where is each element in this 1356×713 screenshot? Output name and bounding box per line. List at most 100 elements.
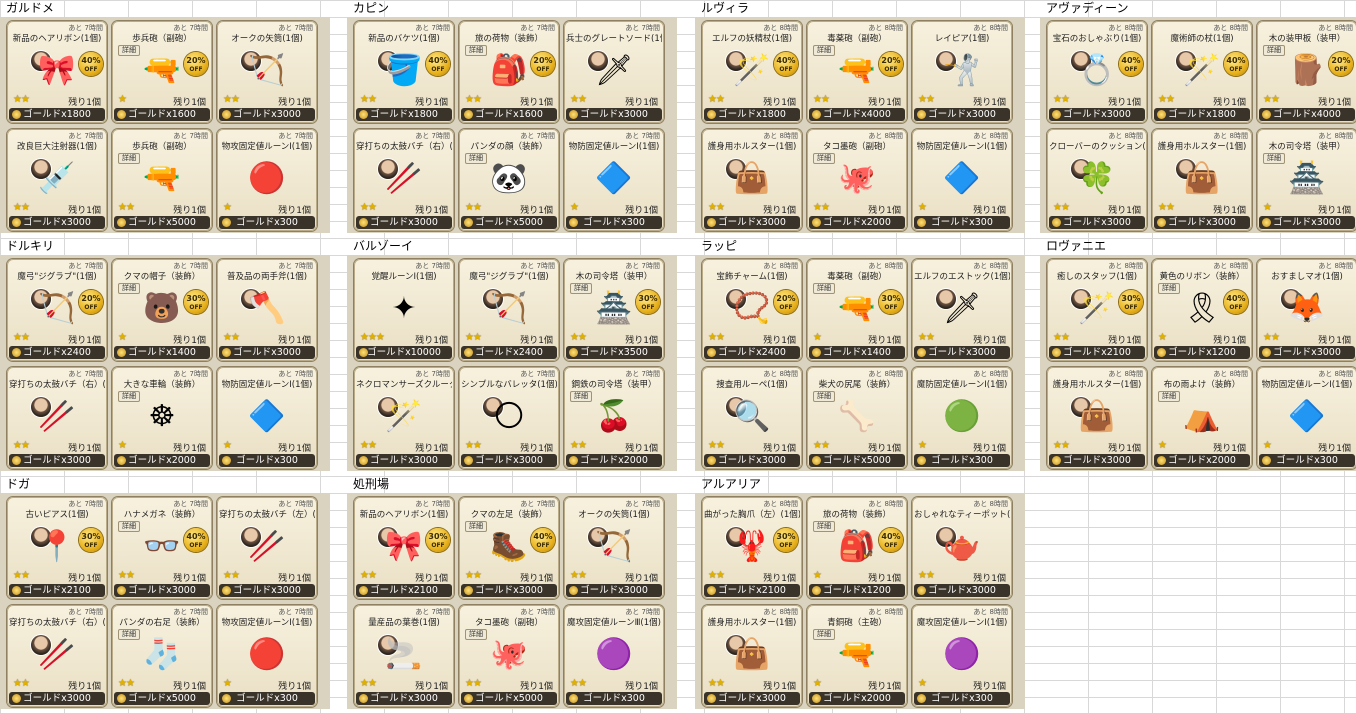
price-bar[interactable]: ゴールドx2100 <box>704 584 800 597</box>
shop-item-card[interactable]: あと 8時間 捜査用ルーペ(1個) 🔍 ★★ 残り1個 ゴールドx3000 <box>702 367 802 469</box>
price-bar[interactable]: ゴールドx3000 <box>704 216 800 229</box>
price-bar[interactable]: ゴールドx3000 <box>219 108 315 121</box>
shop-item-card[interactable]: あと 7時間 魔攻固定値ルーンⅢ(1個) 🟣 ★★ 残り1個 ゴールドx300 <box>564 605 664 707</box>
shop-item-card[interactable]: あと 7時間 シンプルなバレッタ(1個) 🌕 ★★ 残り1個 ゴールドx3000 <box>459 367 559 469</box>
detail-button[interactable]: 詳細 <box>570 391 592 402</box>
price-bar[interactable]: ゴールドx1800 <box>704 108 800 121</box>
shop-item-card[interactable]: あと 7時間 新品のヘアリボン(1個) 🎀 40% OFF ★★ 残り1個 ゴールドx1… <box>7 21 107 123</box>
price-bar[interactable]: ゴールドx3000 <box>566 108 662 121</box>
detail-button[interactable]: 詳細 <box>813 153 835 164</box>
price-bar[interactable]: ゴールドx3000 <box>1154 216 1250 229</box>
shop-item-card[interactable]: あと 7時間 穿打ちの太鼓バチ（左）(1個)🥢★★ 残り1個 ゴールドx3000 <box>217 497 317 599</box>
shop-item-card[interactable]: あと 8時間 青銅砲（主砲） 詳細 🔫 ★ 残り1個 ゴールドx2000 <box>807 605 907 707</box>
shop-item-card[interactable]: あと 8時間 護身用ホルスター(1個) 👜 ★★ 残り1個 ゴールドx3000 <box>702 605 802 707</box>
price-bar[interactable]: ゴールドx3000 <box>9 454 105 467</box>
shop-item-card[interactable]: あと 7時間 新品のバケツ(1個) 🪣 40% OFF ★★ 残り1個 ゴールドx180… <box>354 21 454 123</box>
shop-item-card[interactable]: あと 7時間 オークの矢筒(1個) 🏹 ★★ 残り1個 ゴールドx3000 <box>217 21 317 123</box>
detail-button[interactable]: 詳細 <box>1263 153 1285 164</box>
shop-item-card[interactable]: あと 8時間 タコ墨砲（副砲） 詳細 🐙 ★★ 残り1個 ゴールドx2000 <box>807 129 907 231</box>
detail-button[interactable]: 詳細 <box>570 283 592 294</box>
detail-button[interactable]: 詳細 <box>465 45 487 56</box>
price-bar[interactable]: ゴールドx2000 <box>566 454 662 467</box>
price-bar[interactable]: ゴールドx1400 <box>809 346 905 359</box>
price-bar[interactable]: ゴールドx2400 <box>9 346 105 359</box>
price-bar[interactable]: ゴールドx3000 <box>356 692 452 705</box>
price-bar[interactable]: ゴールドx3000 <box>1049 216 1145 229</box>
shop-item-card[interactable]: あと 8時間 レイピア(1個) 🤺 ★★ 残り1個 ゴールドx3000 <box>912 21 1012 123</box>
price-bar[interactable]: ゴールドx2100 <box>356 584 452 597</box>
shop-item-card[interactable]: あと 7時間 オークの矢筒(1個) 🏹 ★★ 残り1個 ゴールドx3000 <box>564 497 664 599</box>
shop-item-card[interactable]: あと 7時間 覚醒ルーンⅠ(1個) ✦ ★★★ 残り1個 ゴールドx10000 <box>354 259 454 361</box>
price-bar[interactable]: ゴールドx300 <box>566 216 662 229</box>
detail-button[interactable]: 詳細 <box>1263 45 1285 56</box>
price-bar[interactable]: ゴールドx1200 <box>1154 346 1250 359</box>
shop-item-card[interactable]: あと 7時間 魔弓"ジグラブ"(1個) 🏹 ★★ 残り1個 ゴールドx2400 <box>459 259 559 361</box>
shop-item-card[interactable]: あと 7時間 物攻固定値ルーンⅠ(1個) 🔴 ★ 残り1個 ゴールドx300 <box>217 129 317 231</box>
shop-item-card[interactable]: あと 7時間 物防固定値ルーンⅠ(1個) 🔷 ★ 残り1個 ゴールドx300 <box>217 367 317 469</box>
detail-button[interactable]: 詳細 <box>813 283 835 294</box>
price-bar[interactable]: ゴールドx300 <box>219 216 315 229</box>
price-bar[interactable]: ゴールドx3000 <box>461 454 557 467</box>
price-bar[interactable]: ゴールドx5000 <box>114 216 210 229</box>
price-bar[interactable]: ゴールドx3000 <box>461 584 557 597</box>
detail-button[interactable]: 詳細 <box>465 629 487 640</box>
shop-item-card[interactable]: あと 8時間 柴犬の尻尾（装飾） 詳細 🦴 ★★ 残り1個 ゴールドx5000 <box>807 367 907 469</box>
shop-item-card[interactable]: あと 8時間 魔防固定値ルーンⅠ(1個) 🟢 ★ 残り1個 ゴールドx300 <box>912 367 1012 469</box>
detail-button[interactable]: 詳細 <box>118 391 140 402</box>
price-bar[interactable]: ゴールドx1200 <box>809 584 905 597</box>
shop-item-card[interactable]: あと 7時間 古いピアス(1個) 📍 30% OFF ★★ 残り1個 ゴールドx2100 <box>7 497 107 599</box>
price-bar[interactable]: ゴールドx3000 <box>914 108 1010 121</box>
shop-item-card[interactable]: あと 7時間 穿打ちの太鼓バチ（右）(1個)🥢★★ 残り1個 ゴールドx3000 <box>7 367 107 469</box>
detail-button[interactable]: 詳細 <box>118 45 140 56</box>
shop-item-card[interactable]: あと 8時間 宝石のおしゃぶり(1個) 💍 40% OFF ★★ 残り1個 ゴールドx3… <box>1047 21 1147 123</box>
price-bar[interactable]: ゴールドx5000 <box>114 692 210 705</box>
shop-item-card[interactable]: あと 8時間 毒薬砲（副砲） 詳細 🔫 30% OFF ★ 残り1個 ゴールドx1400 <box>807 259 907 361</box>
detail-button[interactable]: 詳細 <box>813 629 835 640</box>
price-bar[interactable]: ゴールドx3000 <box>356 454 452 467</box>
price-bar[interactable]: ゴールドx300 <box>914 454 1010 467</box>
price-bar[interactable]: ゴールドx2000 <box>1154 454 1250 467</box>
price-bar[interactable]: ゴールドx3000 <box>114 584 210 597</box>
shop-item-card[interactable]: あと 7時間 兵士のグレートソード(1個) 🗡 ★★ 残り1個 ゴールドx3000 <box>564 21 664 123</box>
detail-button[interactable]: 詳細 <box>813 521 835 532</box>
detail-button[interactable]: 詳細 <box>813 45 835 56</box>
price-bar[interactable]: ゴールドx1400 <box>114 346 210 359</box>
detail-button[interactable]: 詳細 <box>118 283 140 294</box>
price-bar[interactable]: ゴールドx300 <box>566 692 662 705</box>
price-bar[interactable]: ゴールドx300 <box>219 454 315 467</box>
shop-item-card[interactable]: あと 7時間 魔弓"ジグラブ"(1個) 🏹 20% OFF ★★ 残り1個 ゴールドx2… <box>7 259 107 361</box>
price-bar[interactable]: ゴールドx3000 <box>356 216 452 229</box>
price-bar[interactable]: ゴールドx2000 <box>809 692 905 705</box>
shop-item-card[interactable]: あと 7時間 タコ墨砲（副砲） 詳細 🐙 ★★ 残り1個 ゴールドx5000 <box>459 605 559 707</box>
detail-button[interactable]: 詳細 <box>1158 283 1180 294</box>
shop-item-card[interactable]: あと 8時間 おすましマオ(1個) 🦊 ★★ 残り1個 ゴールドx3000 <box>1257 259 1356 361</box>
shop-item-card[interactable]: あと 8時間 毒薬砲（副砲） 詳細 🔫 20% OFF ★★ 残り1個 ゴールドx4000 <box>807 21 907 123</box>
shop-item-card[interactable]: あと 7時間 物防固定値ルーンⅠ(1個) 🔷 ★ 残り1個 ゴールドx300 <box>564 129 664 231</box>
price-bar[interactable]: ゴールドx3000 <box>1049 454 1145 467</box>
price-bar[interactable]: ゴールドx3000 <box>566 584 662 597</box>
shop-item-card[interactable]: あと 7時間 パンダの顔（装飾） 詳細 🐼 ★★ 残り1個 ゴールドx5000 <box>459 129 559 231</box>
detail-button[interactable]: 詳細 <box>1158 391 1180 402</box>
price-bar[interactable]: ゴールドx3000 <box>9 692 105 705</box>
price-bar[interactable]: ゴールドx3500 <box>566 346 662 359</box>
price-bar[interactable]: ゴールドx3000 <box>1259 216 1355 229</box>
shop-item-card[interactable]: あと 8時間 魔術師の杖(1個) 🪄 40% OFF ★★ 残り1個 ゴールドx1800 <box>1152 21 1252 123</box>
price-bar[interactable]: ゴールドx2100 <box>9 584 105 597</box>
price-bar[interactable]: ゴールドx1800 <box>356 108 452 121</box>
shop-item-card[interactable]: あと 8時間 魔攻固定値ルーンⅠ(1個) 🟣 ★ 残り1個 ゴールドx300 <box>912 605 1012 707</box>
price-bar[interactable]: ゴールドx3000 <box>1259 346 1355 359</box>
price-bar[interactable]: ゴールドx2400 <box>461 346 557 359</box>
price-bar[interactable]: ゴールドx10000 <box>356 346 452 359</box>
shop-item-card[interactable]: あと 8時間 宝飾チャーム(1個) 📿 20% OFF ★★ 残り1個 ゴールドx240… <box>702 259 802 361</box>
price-bar[interactable]: ゴールドx5000 <box>461 216 557 229</box>
shop-item-card[interactable]: あと 8時間 物防固定値ルーンⅠ(1個) 🔷 ★ 残り1個 ゴールドx300 <box>912 129 1012 231</box>
shop-item-card[interactable]: あと 7時間 旅の荷物（装飾） 詳細 🎒 20% OFF ★★ 残り1個 ゴールドx160… <box>459 21 559 123</box>
price-bar[interactable]: ゴールドx1600 <box>461 108 557 121</box>
shop-item-card[interactable]: あと 8時間 護身用ホルスター(1個) 👜 ★★ 残り1個 ゴールドx3000 <box>1047 367 1147 469</box>
price-bar[interactable]: ゴールドx3000 <box>704 454 800 467</box>
shop-item-card[interactable]: あと 7時間 新品のヘアリボン(1個) 🎀 30% OFF ★★ 残り1個 ゴールドx2… <box>354 497 454 599</box>
price-bar[interactable]: ゴールドx3000 <box>219 346 315 359</box>
shop-item-card[interactable]: あと 7時間 穿打ちの太鼓バチ（右）(1個)🥢★★ 残り1個 ゴールドx3000 <box>354 129 454 231</box>
shop-item-card[interactable]: あと 7時間 改良巨大注射器(1個) 💉 ★★ 残り1個 ゴールドx3000 <box>7 129 107 231</box>
price-bar[interactable]: ゴールドx4000 <box>809 108 905 121</box>
